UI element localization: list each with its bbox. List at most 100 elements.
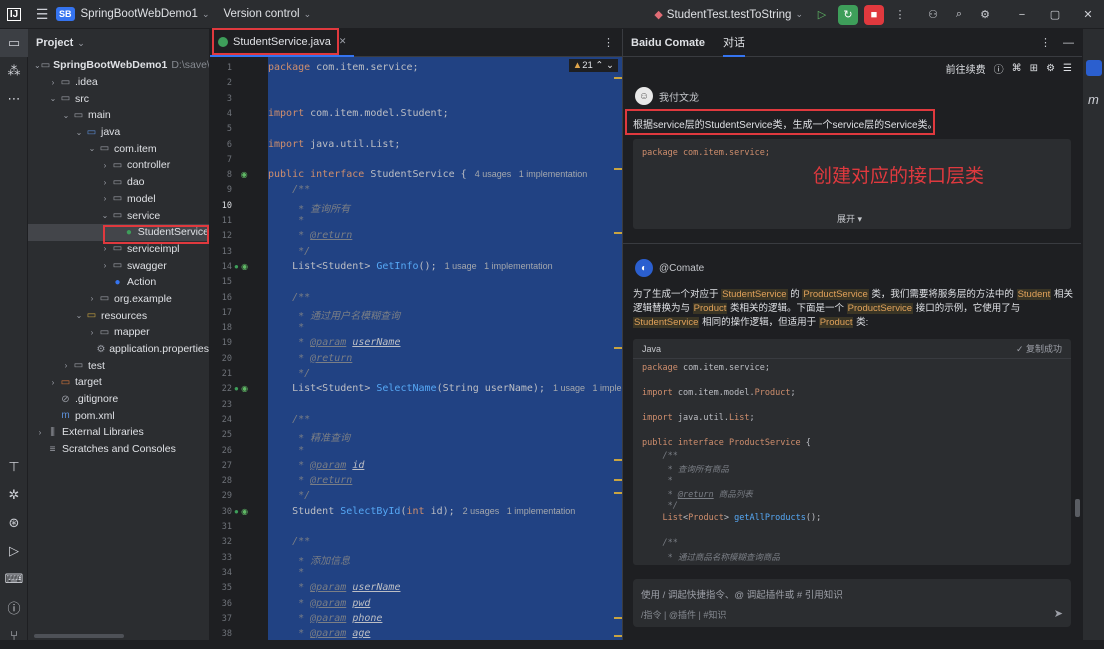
implementation-gutter-icon[interactable]: ◉ [234,170,248,179]
add-user-icon[interactable]: ⚇ [923,5,943,25]
services-icon[interactable]: ⊛ [0,509,28,537]
scroll-marker[interactable] [614,459,622,461]
code-view[interactable]: package com.item.service; import com.item… [268,57,622,640]
run-icon[interactable]: ▷ [812,5,832,25]
tree-item-resources[interactable]: ⌄ ▭ resources [28,307,209,324]
tree-item-swagger[interactable]: › ▭ swagger [28,257,209,274]
chevron-right-icon[interactable]: › [99,261,111,270]
tree-item-springbootwebdemo1[interactable]: ⌄▭SpringBootWebDemo1D:\save\stu [28,57,209,74]
chevron-right-icon[interactable]: › [60,361,72,370]
tree-item-pom-xml[interactable]: m pom.xml [28,407,209,424]
chevron-right-icon[interactable]: › [47,378,59,387]
chevron-right-icon[interactable]: › [86,294,98,303]
tree-item--idea[interactable]: › ▭ .idea [28,74,209,91]
settings-gear-icon[interactable]: ⚙ [975,5,995,25]
plugin-icon[interactable]: ⊞ [1030,63,1038,74]
help-icon[interactable]: ⓘ [994,61,1004,76]
minimize-icon[interactable]: − [1012,5,1032,25]
search-icon[interactable]: ⌕ [949,5,969,25]
implementation-gutter-icon[interactable]: ● ◉ [234,507,248,516]
tree-item-external-libraries[interactable]: › ⫼ External Libraries [28,424,209,441]
tree-item-java[interactable]: ⌄ ▭ java [28,124,209,141]
chevron-right-icon[interactable]: › [99,178,111,187]
terminal-icon[interactable]: ⌨ [0,565,28,593]
chevron-right-icon[interactable]: › [47,78,59,87]
chevron-down-icon[interactable]: ⌄ [47,94,59,103]
chat-input[interactable]: 使用 / 调起快捷指令、@ 调起插件或 # 引用知识 /指令 | @插件 | #… [633,579,1071,627]
project-panel-header[interactable]: Project ⌄ [28,29,209,57]
close-tab-icon[interactable]: ✕ [339,36,347,47]
tree-item-org-example[interactable]: › ▭ org.example [28,291,209,308]
send-icon[interactable]: ➤ [1054,607,1063,620]
build-hammer-icon[interactable]: ⊤ [0,453,28,481]
tab-options-icon[interactable]: ⋮ [603,36,614,49]
more-icon[interactable]: ⋮ [1040,36,1051,49]
structure-icon[interactable]: ⁂ [0,57,28,85]
maven-icon[interactable]: m [1088,92,1104,107]
project-folder-icon[interactable]: ▭ [0,29,28,57]
main-menu-icon[interactable]: ☰ [28,0,56,29]
scroll-marker[interactable] [614,479,622,481]
tree-item-scratches-and-consoles[interactable]: ≡ Scratches and Consoles [28,441,209,458]
comate-tool-icon[interactable] [1086,60,1102,76]
scroll-marker[interactable] [614,232,622,234]
tree-item-service[interactable]: ⌄ ▭ service [28,207,209,224]
problems-icon[interactable]: ⓘ [0,593,28,621]
more-tools-icon[interactable]: ⋯ [0,85,28,113]
chat-scrollbar[interactable] [1075,499,1080,517]
git-icon[interactable]: ⑂ [0,621,28,649]
chevron-right-icon[interactable]: › [99,194,111,203]
minimize-panel-icon[interactable]: — [1063,37,1074,49]
tree-item-action[interactable]: ● Action [28,274,209,291]
tab-chat[interactable]: 对话 [722,29,745,57]
tree-item-target[interactable]: › ▭ target [28,374,209,391]
chevron-right-icon[interactable]: › [99,244,111,253]
close-icon[interactable]: ✕ [1078,5,1098,25]
chevron-right-icon[interactable]: › [86,328,98,337]
chevron-down-icon[interactable]: ⌄ [60,111,72,120]
expand-button[interactable]: 展开 ▾ [837,212,862,225]
implementation-gutter-icon[interactable]: ● ◉ [234,384,248,393]
horizontal-scrollbar[interactable] [34,634,124,638]
debug-rerun-button[interactable]: ↻ [838,4,858,25]
maximize-icon[interactable]: ▢ [1045,5,1065,25]
chevron-down-icon[interactable]: ⌄ [86,144,98,153]
chevron-down-icon[interactable]: ⌄ [34,61,41,70]
tree-item-src[interactable]: ⌄ ▭ src [28,90,209,107]
tree-item-studentservice[interactable]: ● StudentService [28,223,209,241]
tree-item-mapper[interactable]: › ▭ mapper [28,324,209,341]
copy-status[interactable]: ✓ 复制成功 [1016,342,1062,355]
tab-student-service[interactable]: StudentService.java ✕ [210,29,355,57]
chevron-down-icon[interactable]: ⌄ [73,311,85,320]
tree-item-serviceimpl[interactable]: › ▭ serviceimpl [28,241,209,258]
scroll-marker[interactable] [614,347,622,349]
tree-item-main[interactable]: ⌄ ▭ main [28,107,209,124]
tree-item-test[interactable]: › ▭ test [28,357,209,374]
project-name-dropdown[interactable]: SpringBootWebDemo1 [81,8,198,20]
debug-bug-icon[interactable]: ✲ [0,481,28,509]
scroll-marker[interactable] [614,635,622,637]
tree-item--gitignore[interactable]: ⊘ .gitignore [28,391,209,408]
settings-gear-icon[interactable]: ⚙ [1046,63,1055,74]
implementation-gutter-icon[interactable]: ● ◉ [234,262,248,271]
tree-item-controller[interactable]: › ▭ controller [28,157,209,174]
more-icon[interactable]: ⋮ [890,5,910,25]
tree-item-com-item[interactable]: ⌄ ▭ com.item [28,140,209,157]
chevron-down-icon[interactable]: ⌄ [606,60,614,71]
run-config-dropdown[interactable]: StudentTest.testToString [667,9,792,21]
scroll-marker[interactable] [614,492,622,494]
chevron-up-icon[interactable]: ⌃ [595,60,603,71]
scroll-marker[interactable] [614,168,622,170]
layout-icon[interactable]: ☰ [1063,63,1072,74]
chevron-down-icon[interactable]: ⌄ [73,128,85,137]
tree-item-model[interactable]: › ▭ model [28,191,209,208]
scroll-marker[interactable] [614,77,622,79]
renew-link[interactable]: 前往续费 [946,61,986,76]
chevron-down-icon[interactable]: ⌄ [99,211,111,220]
tree-item-application-properties[interactable]: ⚙ application.properties [28,341,209,358]
version-control-dropdown[interactable]: Version control [223,8,299,20]
stop-button[interactable]: ■ [864,4,884,25]
inspection-widget[interactable]: ▲21 ⌃ ⌄ [568,59,618,72]
chevron-right-icon[interactable]: › [34,428,46,437]
run-icon[interactable]: ▷ [0,537,28,565]
